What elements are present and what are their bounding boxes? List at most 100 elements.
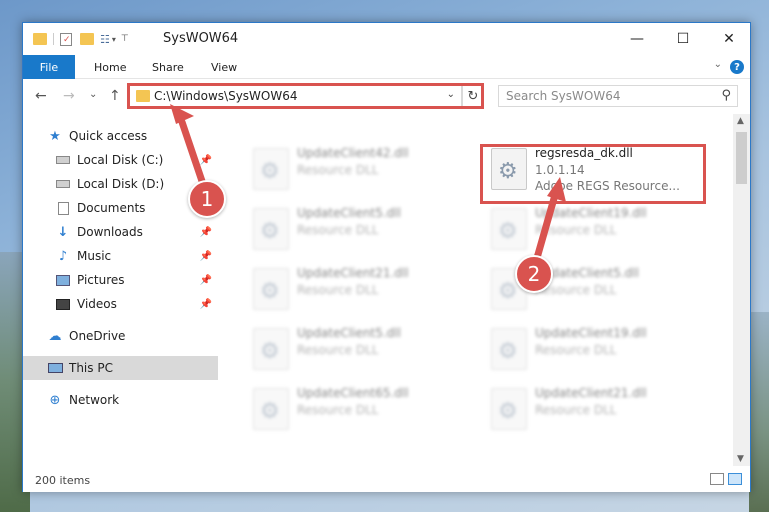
file-item[interactable]: ⚙ UpdateClient19.dll Resource DLL [483, 200, 713, 254]
file-item[interactable]: ⚙ UpdateClient21.dll Resource DLL [245, 260, 475, 314]
documents-icon [55, 201, 71, 215]
up-button[interactable]: ↑ [109, 88, 121, 104]
large-icons-view-icon[interactable] [728, 473, 742, 485]
tab-file[interactable]: File [23, 55, 75, 79]
sidebar-item-label: This PC [69, 361, 113, 375]
address-highlight-box [127, 83, 484, 109]
pin-icon[interactable]: 📌 [200, 155, 212, 166]
wallpaper-right [749, 312, 769, 512]
network-icon: ⊕ [49, 392, 61, 408]
pin-icon[interactable]: 📌 [200, 251, 212, 262]
maximize-button[interactable]: ☐ [660, 23, 706, 55]
file-name: UpdateClient65.dll [297, 386, 409, 400]
videos-icon [55, 297, 71, 311]
file-list: ⚙ UpdateClient42.dll Resource DLL ⚙ Upda… [219, 114, 731, 466]
file-item[interactable]: ⚙ UpdateClient42.dll Resource DLL [245, 140, 475, 194]
dll-file-icon: ⚙ [491, 388, 527, 430]
sidebar-item-label: Downloads [77, 225, 143, 239]
search-placeholder: Search SysWOW64 [506, 89, 621, 103]
file-type: Resource DLL [535, 343, 617, 357]
view-options-icon[interactable]: ☷ [100, 33, 110, 46]
downloads-icon: ↓ [57, 224, 69, 240]
sidebar-item-this-pc[interactable]: This PC [23, 356, 218, 380]
file-name: UpdateClient42.dll [297, 146, 409, 160]
file-item[interactable]: ⚙ UpdateClient65.dll Resource DLL [245, 380, 475, 434]
navigation-bar: ← → ⌄ ↑ C:\Windows\SysWOW64 ⌄ ↻ Search S… [23, 80, 750, 114]
sidebar-item-label: Local Disk (C:) [77, 153, 164, 167]
sidebar-item-videos[interactable]: Videos 📌 [23, 292, 218, 316]
sidebar-item-local-disk-c[interactable]: Local Disk (C:) 📌 [23, 148, 218, 172]
customize-toolbar-icon[interactable]: ⊤ [121, 34, 129, 44]
pictures-icon [55, 273, 71, 287]
pin-icon[interactable]: 📌 [200, 227, 212, 238]
properties-icon[interactable]: ✓ [60, 32, 72, 46]
file-type: Resource DLL [535, 403, 617, 417]
search-input[interactable]: Search SysWOW64 ⚲ [498, 85, 738, 107]
file-name: UpdateClient21.dll [535, 386, 647, 400]
separator [53, 33, 54, 45]
sidebar-item-pictures[interactable]: Pictures 📌 [23, 268, 218, 292]
file-type: Resource DLL [297, 223, 379, 237]
folder-icon [33, 33, 47, 45]
file-type: Resource DLL [297, 343, 379, 357]
new-folder-icon[interactable] [80, 33, 94, 45]
star-icon: ★ [49, 128, 61, 144]
dll-file-icon: ⚙ [491, 208, 527, 250]
tab-share[interactable]: Share [152, 55, 184, 79]
scroll-thumb[interactable] [736, 132, 747, 184]
window-title: SysWOW64 [163, 31, 239, 46]
annotation-badge-1: 1 [188, 180, 226, 218]
file-type: Resource DLL [297, 163, 379, 177]
sidebar-item-label: Videos [77, 297, 117, 311]
file-item[interactable]: ⚙ UpdateClient5.dll Resource DLL [245, 200, 475, 254]
sidebar-item-quick-access[interactable]: ★ Quick access [23, 124, 218, 148]
file-type: Resource DLL [297, 283, 379, 297]
annotation-badge-2: 2 [515, 255, 553, 293]
tab-view[interactable]: View [211, 55, 237, 79]
file-name: UpdateClient21.dll [297, 266, 409, 280]
scroll-down-icon[interactable]: ▼ [737, 454, 744, 464]
recent-locations-button[interactable]: ⌄ [89, 89, 97, 100]
collapse-ribbon-icon[interactable]: ⌄ [714, 59, 722, 70]
pin-icon[interactable]: 📌 [200, 275, 212, 286]
dll-file-icon: ⚙ [253, 208, 289, 250]
sidebar-item-music[interactable]: ♪ Music 📌 [23, 244, 218, 268]
file-item[interactable]: ⚙ UpdateClient5.dll Resource DLL [245, 320, 475, 374]
search-icon[interactable]: ⚲ [721, 88, 731, 103]
sidebar-item-label: OneDrive [69, 329, 126, 343]
file-type: Resource DLL [297, 403, 379, 417]
view-switcher [710, 473, 742, 485]
details-view-icon[interactable] [710, 473, 724, 485]
chevron-down-icon[interactable]: ▾ [112, 35, 116, 44]
sidebar-item-label: Local Disk (D:) [77, 177, 165, 191]
file-name: UpdateClient19.dll [535, 326, 647, 340]
file-highlight-box [480, 144, 706, 204]
music-icon: ♪ [58, 248, 68, 264]
file-name: UpdateClient5.dll [297, 206, 401, 220]
back-button[interactable]: ← [35, 88, 47, 104]
sidebar-item-downloads[interactable]: ↓ Downloads 📌 [23, 220, 218, 244]
file-name: UpdateClient5.dll [297, 326, 401, 340]
scroll-up-icon[interactable]: ▲ [737, 116, 744, 126]
pin-icon[interactable]: 📌 [200, 299, 212, 310]
dll-file-icon: ⚙ [253, 388, 289, 430]
file-name: UpdateClient19.dll [535, 206, 647, 220]
close-button[interactable]: ✕ [706, 23, 752, 55]
sidebar-item-label: Documents [77, 201, 146, 215]
file-item[interactable]: ⚙ UpdateClient21.dll Resource DLL [483, 380, 713, 434]
help-icon[interactable]: ? [730, 60, 744, 74]
dll-file-icon: ⚙ [253, 268, 289, 310]
drive-icon [55, 177, 71, 191]
sidebar-item-network[interactable]: ⊕ Network [23, 388, 218, 412]
file-item[interactable]: ⚙ UpdateClient19.dll Resource DLL [483, 320, 713, 374]
dll-file-icon: ⚙ [491, 328, 527, 370]
cloud-icon: ☁ [48, 328, 62, 344]
forward-button[interactable]: → [63, 88, 75, 104]
dll-file-icon: ⚙ [253, 148, 289, 190]
tab-home[interactable]: Home [94, 55, 126, 79]
sidebar-item-label: Network [69, 393, 120, 407]
status-bar: 200 items [23, 466, 750, 492]
sidebar-item-onedrive[interactable]: ☁ OneDrive [23, 324, 218, 348]
minimize-button[interactable]: — [614, 23, 660, 55]
vertical-scrollbar[interactable]: ▲ ▼ [733, 114, 750, 466]
